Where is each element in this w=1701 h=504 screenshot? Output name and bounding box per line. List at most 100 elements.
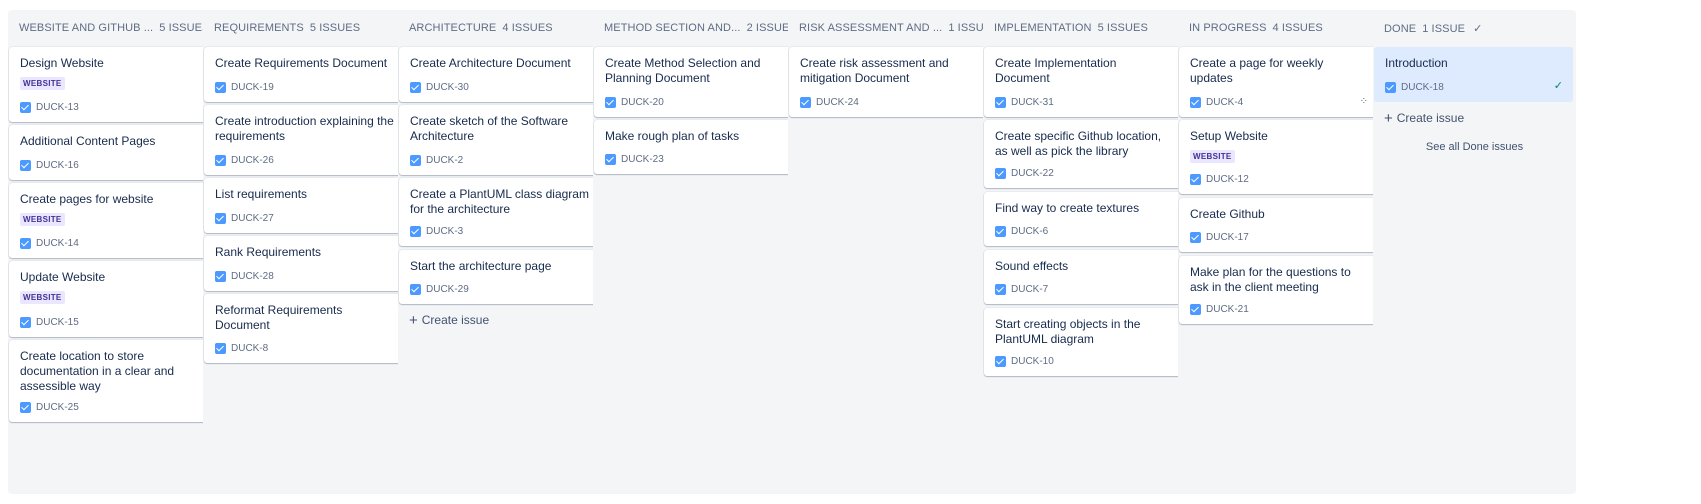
task-checkbox-icon [410,284,421,295]
issue-key: DUCK-15 [36,317,79,328]
plus-icon: + [409,312,418,329]
task-checkbox-icon [215,343,226,354]
column-count: 4 ISSUES [1272,22,1323,34]
issue-key: DUCK-26 [231,155,274,166]
issue-title: Make rough plan of tasks [605,129,740,143]
column-count: 5 ISSUES [1097,22,1148,34]
issue-title: Reformat Requirements Document [215,303,343,332]
issue-footer: DUCK-6 [995,226,1048,237]
issue-card[interactable]: Make plan for the questions to ask in th… [1179,256,1378,324]
issue-card[interactable]: Create Github DUCK-17 [1179,198,1378,252]
issue-card[interactable]: Rank Requirements DUCK-28 [204,236,403,291]
column-header[interactable]: IMPLEMENTATION 5 ISSUES [983,10,1186,48]
issue-title: Create Architecture Document [410,56,571,70]
issue-key: DUCK-19 [231,82,274,93]
column-count: 5 ISSUES [159,22,210,34]
column-done: DONE 1 ISSUE ✓ Introduction DUCK-18 ✓ + Cre… [1373,10,1576,494]
issue-title: Create risk assessment and mitigation Do… [800,56,949,85]
issue-footer: DUCK-14 [20,238,79,249]
issue-card[interactable]: Create pages for website WEBSITE DUCK-14 [9,183,208,258]
issue-title: Create Method Selection and Planning Doc… [605,56,761,85]
column-count: 5 ISSUES [309,22,361,34]
issue-card[interactable]: Make rough plan of tasks DUCK-23 [594,120,793,174]
task-checkbox-icon [215,82,226,93]
epic-label: WEBSITE [1190,150,1235,163]
issue-footer: DUCK-12 [1190,174,1249,185]
task-checkbox-icon [1190,174,1201,185]
issue-title: Create pages for website [20,192,154,206]
column-header[interactable]: METHOD SECTION AND... 2 ISSUES [593,10,796,48]
column-header[interactable]: ARCHITECTURE 4 ISSUES [398,10,601,48]
issue-title: Additional Content Pages [20,134,156,148]
task-checkbox-icon [215,213,226,224]
issue-footer: DUCK-7 [995,284,1048,295]
issue-card[interactable]: Create a PlantUML class diagram for the … [399,178,598,246]
issue-key: DUCK-27 [231,213,274,224]
task-checkbox-icon [20,402,31,413]
column-header[interactable]: WEBSITE AND GITHUB ... 5 ISSUES [8,10,211,48]
issue-footer: DUCK-10 [995,356,1054,367]
issue-card[interactable]: Create Architecture Document DUCK-30 [399,47,598,102]
issue-card[interactable]: Reformat Requirements Document DUCK-8 [204,294,403,363]
issue-footer: DUCK-30 [410,82,469,93]
issue-footer: DUCK-20 [605,97,664,108]
issue-card[interactable]: Create specific Github location, as well… [984,120,1183,188]
create-issue-button[interactable]: + Create issue [1384,110,1464,127]
issue-card[interactable]: Start the architecture page DUCK-29 [399,250,598,304]
column-header[interactable]: IN PROGRESS 4 ISSUES [1178,10,1381,48]
task-checkbox-icon [995,226,1006,237]
issue-key: DUCK-25 [36,402,79,413]
issue-card[interactable]: Create risk assessment and mitigation Do… [789,47,988,117]
issue-title: Create introduction explaining the requi… [215,114,394,143]
issue-key: DUCK-2 [426,155,464,166]
column-header[interactable]: REQUIREMENTS 5 ISSUES [203,10,406,48]
issue-card[interactable]: Create introduction explaining the requi… [204,105,403,175]
issue-card[interactable]: Sound effects DUCK-7 [984,250,1183,304]
issue-key: DUCK-24 [816,97,859,108]
issue-card[interactable]: Start creating objects in the PlantUML d… [984,308,1183,376]
column-header[interactable]: RISK ASSESSMENT AND ... 1 ISSUE [788,10,991,48]
issue-key: DUCK-23 [621,154,664,165]
issue-key: DUCK-21 [1206,304,1249,315]
epic-label: WEBSITE [20,291,65,304]
issue-card[interactable]: Create a page for weekly updates DUCK-4 … [1179,47,1378,117]
issue-key: DUCK-3 [426,226,464,237]
issue-card[interactable]: Additional Content Pages DUCK-16 [9,125,208,180]
issue-footer: DUCK-26 [215,155,274,166]
issue-card[interactable]: Setup Website WEBSITE DUCK-12 [1179,120,1378,194]
issue-footer: DUCK-18 [1385,82,1444,93]
column-title: IMPLEMENTATION [994,22,1092,34]
issue-title: Create a PlantUML class diagram for the … [410,187,589,216]
priority-icon: ⁘ [1359,96,1368,107]
column-title: ARCHITECTURE [409,22,497,34]
issue-key: DUCK-29 [426,284,469,295]
task-checkbox-icon [410,226,421,237]
issue-card[interactable]: Create sketch of the Software Architectu… [399,105,598,175]
issue-title: Setup Website [1190,129,1268,143]
issue-title: Rank Requirements [215,245,322,259]
issue-card[interactable]: Find way to create textures DUCK-6 [984,192,1183,246]
issue-card[interactable]: Update Website WEBSITE DUCK-15 [9,261,208,337]
issue-title: Start the architecture page [410,259,552,273]
column-header[interactable]: DONE 1 ISSUE ✓ [1373,10,1576,48]
issue-card[interactable]: Create Implementation Document DUCK-31 [984,47,1183,117]
issue-footer: DUCK-24 [800,97,859,108]
issue-title: Make plan for the questions to ask in th… [1190,265,1351,294]
issue-card[interactable]: Create location to store documentation i… [9,340,208,422]
task-checkbox-icon [1190,232,1201,243]
issue-card[interactable]: Create Requirements Document DUCK-19 [204,47,403,102]
see-all-done-link[interactable]: See all Done issues [1373,141,1576,153]
issue-footer: DUCK-31 [995,97,1054,108]
issue-card[interactable]: Design Website WEBSITE DUCK-13 [9,47,208,122]
issue-key: DUCK-10 [1011,356,1054,367]
issue-card[interactable]: Create Method Selection and Planning Doc… [594,47,793,117]
issue-footer: DUCK-13 [20,102,79,113]
issue-card[interactable]: List requirements DUCK-27 [204,178,403,233]
issue-footer: DUCK-28 [215,271,274,282]
task-checkbox-icon [995,356,1006,367]
create-issue-button[interactable]: + Create issue [409,312,489,329]
task-checkbox-icon [410,155,421,166]
issue-title: Create location to store documentation i… [20,349,175,393]
issue-card[interactable]: Introduction DUCK-18 ✓ [1374,47,1573,102]
issue-title: List requirements [215,187,308,201]
